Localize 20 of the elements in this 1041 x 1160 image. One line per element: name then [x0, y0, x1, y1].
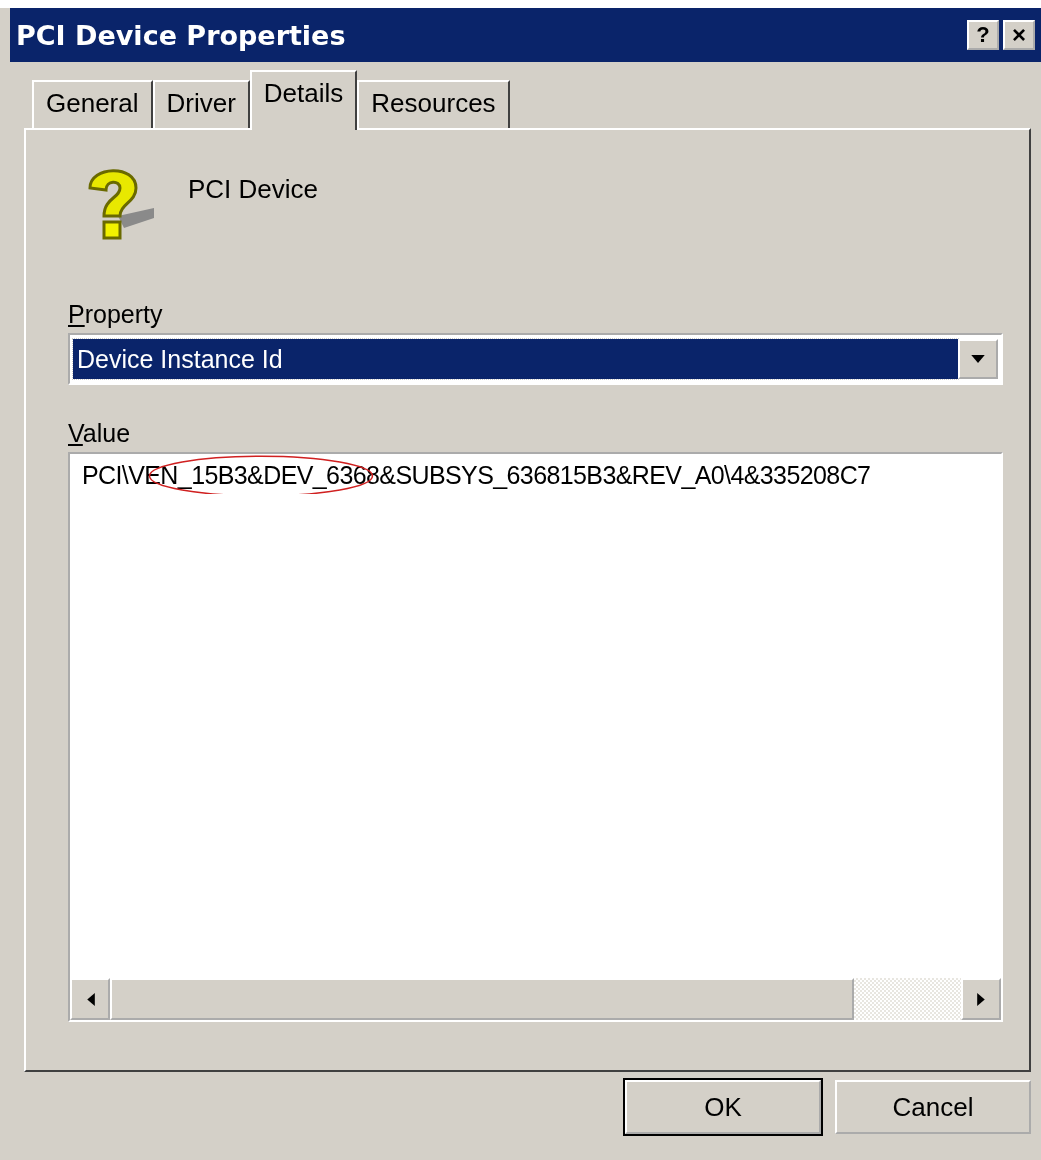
- close-button[interactable]: ×: [1003, 20, 1035, 50]
- right-arrow-icon: [976, 992, 986, 1006]
- left-arrow-icon: [85, 992, 95, 1006]
- window-title: PCI Device Properties: [16, 19, 346, 51]
- cancel-button[interactable]: Cancel: [835, 1080, 1031, 1134]
- property-dropdown[interactable]: Device Instance Id: [68, 333, 1003, 385]
- tab[interactable]: Resources: [357, 80, 510, 128]
- tab[interactable]: General: [32, 80, 153, 128]
- property-label: Property: [68, 300, 164, 329]
- scroll-right-button[interactable]: [961, 978, 1001, 1020]
- value-label: Value: [68, 419, 132, 448]
- caret-icon: [971, 354, 985, 364]
- scroll-thumb[interactable]: [110, 978, 854, 1020]
- horizontal-scrollbar[interactable]: [70, 978, 1001, 1020]
- tab[interactable]: Details: [249, 70, 358, 130]
- device-name: PCI Device: [188, 174, 319, 205]
- help-button[interactable]: ?: [967, 20, 999, 50]
- tab[interactable]: Driver: [152, 80, 250, 128]
- scroll-left-button[interactable]: [70, 978, 110, 1020]
- ok-button[interactable]: OK: [625, 1080, 821, 1134]
